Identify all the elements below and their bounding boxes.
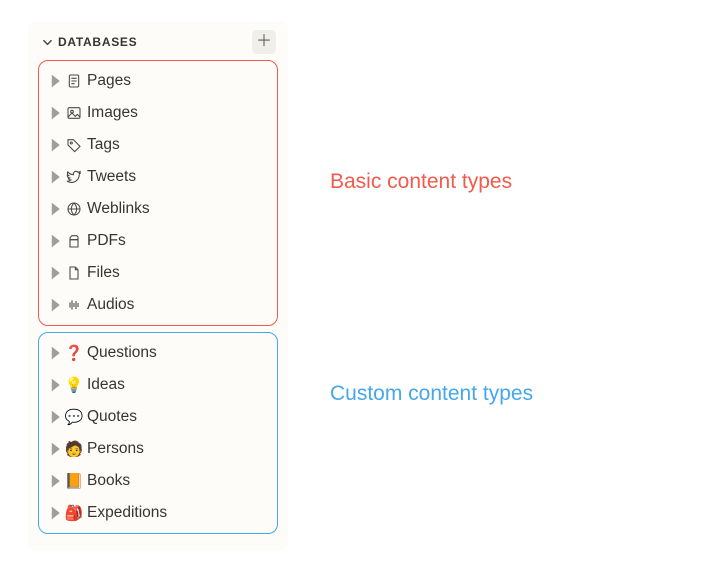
sidebar-item-tweets[interactable]: Tweets [41, 161, 275, 193]
triangle-right-icon [47, 105, 63, 121]
page-icon [63, 73, 85, 89]
globe-icon [63, 201, 85, 217]
triangle-right-icon [47, 297, 63, 313]
triangle-right-icon [47, 441, 63, 457]
item-label: PDFs [87, 232, 126, 250]
file-icon [63, 265, 85, 281]
triangle-right-icon [47, 137, 63, 153]
triangle-right-icon [47, 409, 63, 425]
sidebar-item-persons[interactable]: 🧑 Persons [41, 433, 275, 465]
backpack-icon: 🎒 [63, 504, 85, 522]
databases-header-left[interactable]: DATABASES [42, 35, 137, 49]
question-mark-icon: ❓ [63, 344, 85, 362]
image-icon [63, 105, 85, 121]
sidebar-item-images[interactable]: Images [41, 97, 275, 129]
item-label: Quotes [87, 408, 137, 426]
chevron-down-icon [42, 37, 53, 48]
item-label: Persons [87, 440, 144, 458]
triangle-right-icon [47, 73, 63, 89]
sidebar-item-questions[interactable]: ❓ Questions [41, 337, 275, 369]
speech-bubble-icon: 💬 [63, 408, 85, 426]
item-label: Books [87, 472, 130, 490]
item-label: Tags [87, 136, 120, 154]
triangle-right-icon [47, 201, 63, 217]
person-icon: 🧑 [63, 440, 85, 458]
databases-header: DATABASES ＋ [34, 28, 282, 56]
audio-icon [63, 297, 85, 313]
item-label: Images [87, 104, 138, 122]
sidebar-item-expeditions[interactable]: 🎒 Expeditions [41, 497, 275, 529]
lightbulb-icon: 💡 [63, 376, 85, 394]
item-label: Weblinks [87, 200, 150, 218]
sidebar-item-weblinks[interactable]: Weblinks [41, 193, 275, 225]
item-label: Tweets [87, 168, 136, 186]
annotation-custom: Custom content types [330, 382, 533, 406]
item-label: Audios [87, 296, 134, 314]
item-label: Pages [87, 72, 131, 90]
item-label: Ideas [87, 376, 125, 394]
sidebar-item-pages[interactable]: Pages [41, 65, 275, 97]
triangle-right-icon [47, 265, 63, 281]
custom-content-types-group: ❓ Questions 💡 Ideas 💬 Quotes 🧑 Persons 📙 [38, 332, 278, 534]
triangle-right-icon [47, 169, 63, 185]
plus-icon: ＋ [256, 34, 272, 50]
triangle-right-icon [47, 505, 63, 521]
annotation-basic: Basic content types [330, 170, 512, 194]
item-label: Files [87, 264, 120, 282]
tag-icon [63, 137, 85, 153]
sidebar-item-ideas[interactable]: 💡 Ideas [41, 369, 275, 401]
item-label: Questions [87, 344, 157, 362]
sidebar-item-files[interactable]: Files [41, 257, 275, 289]
triangle-right-icon [47, 233, 63, 249]
sidebar-item-tags[interactable]: Tags [41, 129, 275, 161]
sidebar-item-pdfs[interactable]: PDFs [41, 225, 275, 257]
sidebar-item-books[interactable]: 📙 Books [41, 465, 275, 497]
triangle-right-icon [47, 377, 63, 393]
sidebar-item-quotes[interactable]: 💬 Quotes [41, 401, 275, 433]
basic-content-types-group: Pages Images Tags Tweets Weblinks [38, 60, 278, 326]
book-icon: 📙 [63, 472, 85, 490]
databases-header-title: DATABASES [58, 35, 137, 49]
pdf-icon [63, 233, 85, 249]
triangle-right-icon [47, 345, 63, 361]
databases-panel: DATABASES ＋ Pages Images Tags [28, 22, 288, 550]
add-database-button[interactable]: ＋ [252, 30, 276, 54]
twitter-icon [63, 169, 85, 185]
item-label: Expeditions [87, 504, 167, 522]
sidebar-item-audios[interactable]: Audios [41, 289, 275, 321]
triangle-right-icon [47, 473, 63, 489]
